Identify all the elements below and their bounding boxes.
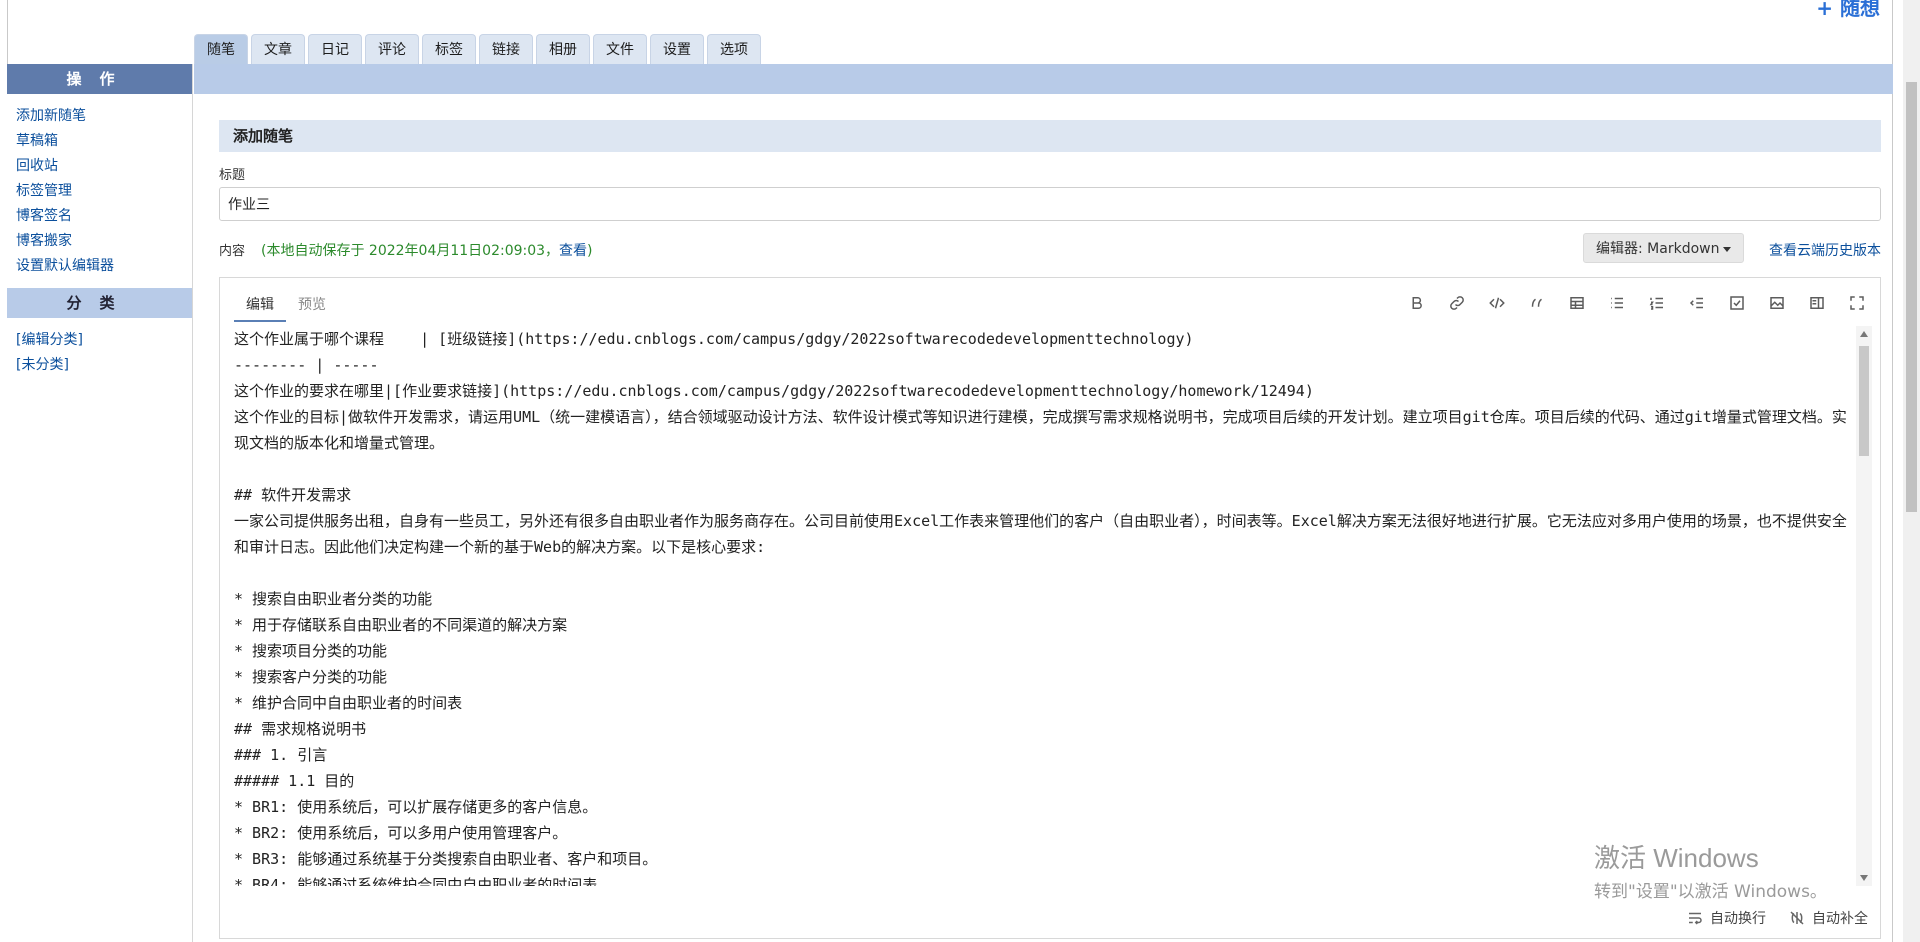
checkbox-icon[interactable] [1724,290,1750,316]
editor-line: * 搜索客户分类的功能 [234,668,388,686]
sidebar-ops-list: 添加新随笔草稿箱回收站标签管理博客签名博客搬家设置默认编辑器 [7,94,192,288]
sidebar-op-item[interactable]: 博客搬家 [16,231,192,251]
code-icon[interactable] [1484,290,1510,316]
tab-0[interactable]: 随笔 [194,34,248,64]
sidebar-op-item[interactable]: 博客签名 [16,206,192,226]
sidebar-category-item[interactable]: [未分类] [16,355,192,375]
editor-line: * 维护合同中自由职业者的时间表 [234,694,463,712]
editor-select-label: 编辑器: Markdown [1596,241,1720,257]
editor-line: 这个作业的要求在哪里|[作业要求链接](https://edu.cnblogs.… [234,382,1314,400]
editor-line: 这个作业的目标|做软件开发需求，请运用UML（统一建模语言），结合领域驱动设计方… [234,408,1847,452]
tab-preview[interactable]: 预览 [286,288,338,322]
sidebar-op-item[interactable]: 回收站 [16,156,192,176]
tab-9[interactable]: 选项 [707,34,761,64]
editor-line: ## 需求规格说明书 [234,720,367,738]
header-band [194,64,1893,94]
editor-textarea[interactable]: 这个作业属于哪个课程 | [班级链接](https://edu.cnblogs.… [234,326,1847,886]
indent-icon[interactable] [1684,290,1710,316]
wrap-icon [1689,912,1702,925]
autocomplete-icon [1790,911,1804,925]
scroll-down-icon[interactable] [1860,875,1868,881]
sidebar: 操作 添加新随笔草稿箱回收站标签管理博客签名博客搬家设置默认编辑器 分类 [编辑… [7,64,193,942]
sidebar-category-item[interactable]: [编辑分类] [16,330,192,350]
main-tabs: 随笔 文章 日记 评论 标签 链接 相册 文件 设置 选项 [194,34,761,64]
editor-scroll-thumb[interactable] [1859,346,1869,456]
editor-line: -------- | ----- [234,356,379,374]
editor-line: ##### 1.1 目的 [234,772,355,790]
image-icon[interactable] [1764,290,1790,316]
cloud-history-link[interactable]: 查看云端历史版本 [1769,240,1881,260]
tab-3[interactable]: 评论 [365,34,419,64]
tab-5[interactable]: 链接 [479,34,533,64]
watermark-title: 激活 Windows [1594,843,1759,873]
page-scrollbar[interactable] [1903,0,1920,942]
editor-line: * BR1: 使用系统后，可以扩展存储更多的客户信息。 [234,798,598,816]
tab-1[interactable]: 文章 [251,34,305,64]
auto-complete-label: 自动补全 [1812,911,1868,927]
tab-edit[interactable]: 编辑 [234,288,286,322]
tab-7[interactable]: 文件 [593,34,647,64]
autosave-status: (本地自动保存于 2022年04月11日02:09:03，查看) [261,240,593,260]
editor-line: * 搜索项目分类的功能 [234,642,388,660]
editor-line: ### 1. 引言 [234,746,328,764]
watermark-subtitle: 转到"设置"以激活 Windows。 [1594,882,1827,902]
content-row: 内容 (本地自动保存于 2022年04月11日02:09:03，查看) 编辑器:… [219,233,1881,263]
fullscreen-icon[interactable] [1844,290,1870,316]
autosave-close: ) [587,243,593,259]
sidebar-ops-title: 操作 [7,64,192,94]
auto-complete-toggle[interactable]: 自动补全 [1788,908,1868,928]
quote-icon[interactable] [1524,290,1550,316]
page-scroll-thumb[interactable] [1906,82,1917,512]
editor-scrollbar[interactable] [1856,326,1872,886]
auto-wrap-label: 自动换行 [1710,911,1766,927]
sidebar-op-item[interactable]: 添加新随笔 [16,106,192,126]
editor-select[interactable]: 编辑器: Markdown [1583,233,1745,263]
tab-2[interactable]: 日记 [308,34,362,64]
table-icon[interactable] [1564,290,1590,316]
editor-toolbar [1404,290,1870,316]
title-label: 标题 [219,168,246,183]
sidebar-category-list: [编辑分类] [未分类] [7,318,192,387]
sidebar-op-item[interactable]: 设置默认编辑器 [16,256,192,276]
main-content: 添加随笔 标题 内容 (本地自动保存于 2022年04月11日02:09:03，… [219,120,1881,939]
split-view-icon[interactable] [1804,290,1830,316]
sidebar-op-item[interactable]: 标签管理 [16,181,192,201]
numbered-list-icon[interactable] [1644,290,1670,316]
editor-line: * 搜索自由职业者分类的功能 [234,590,433,608]
tab-4[interactable]: 标签 [422,34,476,64]
chevron-down-icon [1723,246,1732,252]
sidebar-op-item[interactable]: 草稿箱 [16,131,192,151]
add-thought-link[interactable]: + 随想 [1816,0,1880,21]
autosave-view-link[interactable]: 查看 [559,243,587,259]
windows-activation-watermark: 激活 Windows 转到"设置"以激活 Windows。 [1594,838,1827,902]
title-input[interactable] [219,187,1881,221]
autosave-text: (本地自动保存于 2022年04月11日02:09:03， [261,243,560,259]
bold-icon[interactable] [1404,290,1430,316]
editor-tabs: 编辑 预览 [234,288,338,322]
scroll-up-icon[interactable] [1860,331,1868,337]
tab-8[interactable]: 设置 [650,34,704,64]
section-title: 添加随笔 [219,120,1881,152]
editor-status-bar: 自动换行 自动补全 [1686,908,1868,928]
content-label: 内容 [219,244,246,259]
bullet-list-icon[interactable] [1604,290,1630,316]
editor-line: 这个作业属于哪个课程 | [班级链接](https://edu.cnblogs.… [234,330,1194,348]
link-icon[interactable] [1444,290,1470,316]
editor-line: ## 软件开发需求 [234,486,352,504]
editor-line: 一家公司提供服务出租，自身有一些员工，另外还有很多自由职业者作为服务商存在。公司… [234,512,1847,556]
editor-line: * 用于存储联系自由职业者的不同渠道的解决方案 [234,616,568,634]
auto-wrap-toggle[interactable]: 自动换行 [1686,908,1766,928]
tab-6[interactable]: 相册 [536,34,590,64]
sidebar-category-title: 分类 [7,288,192,318]
